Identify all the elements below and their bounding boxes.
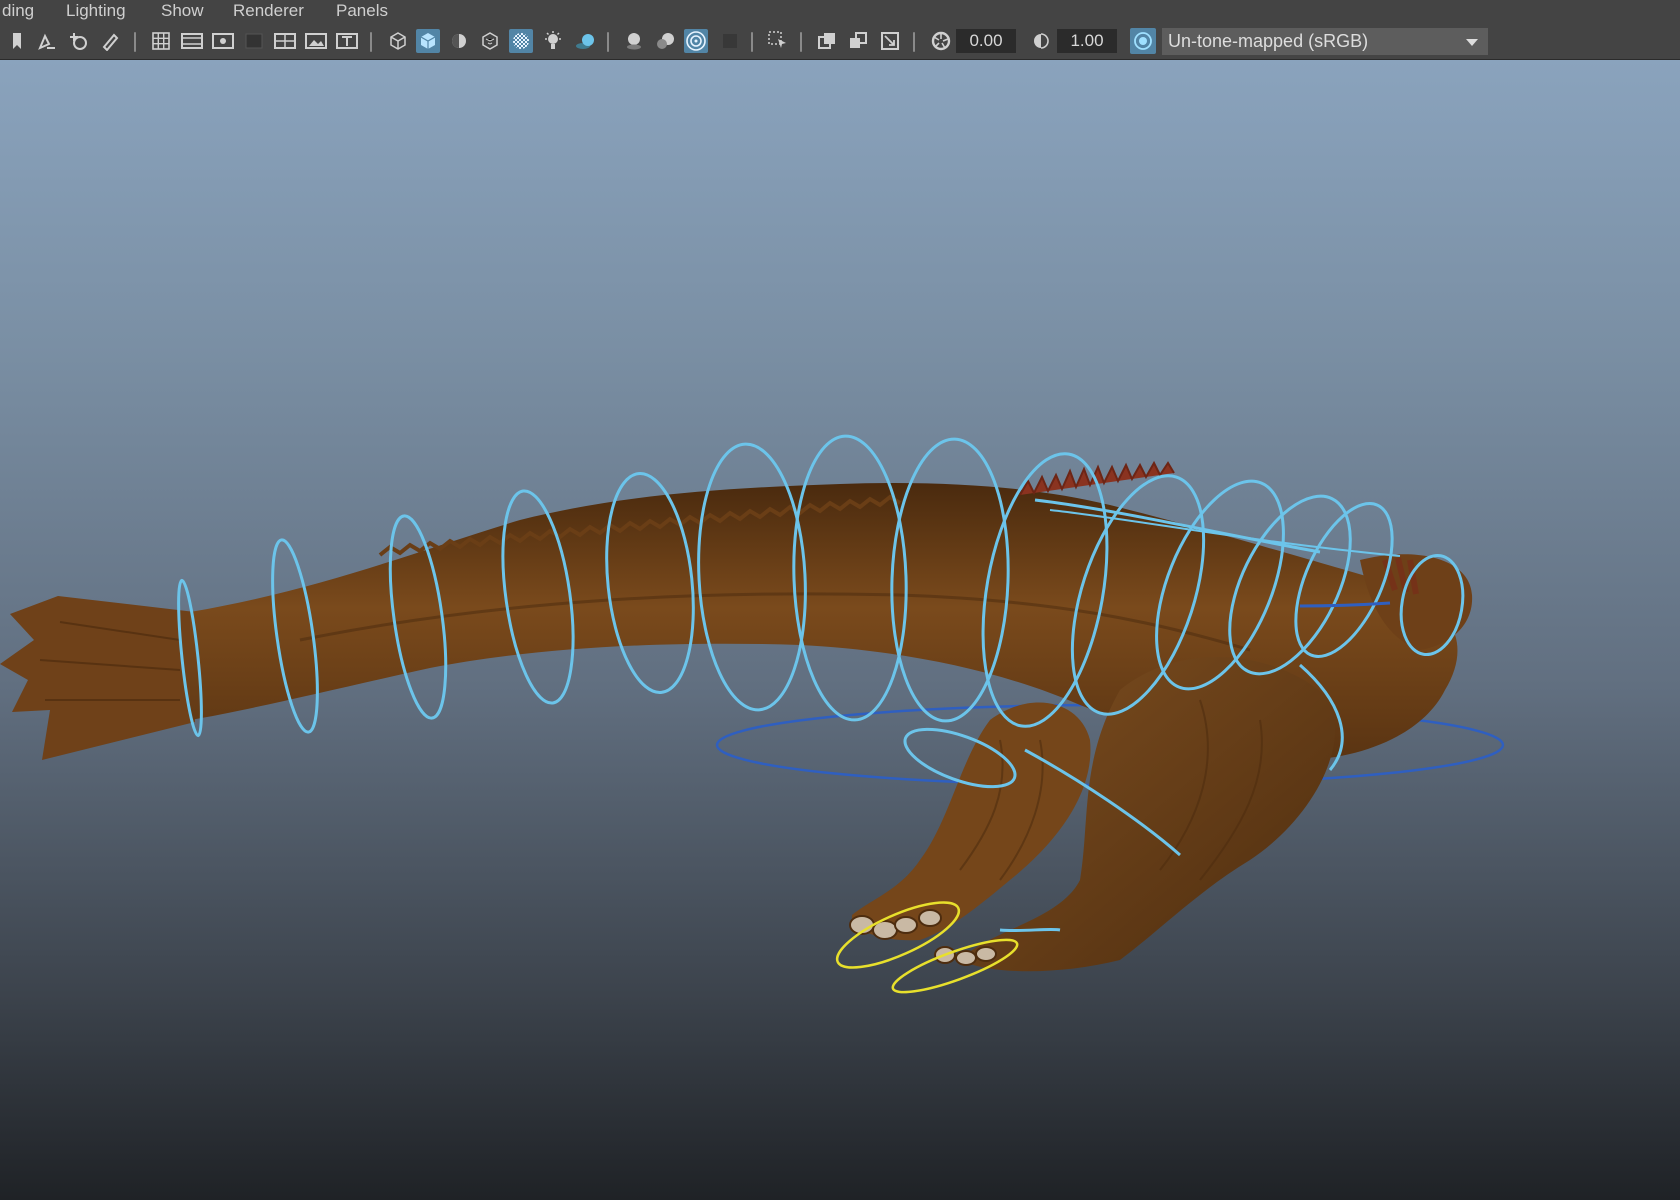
toolbar-separator	[370, 32, 372, 52]
wireframe-icon[interactable]	[386, 29, 410, 53]
resolution-gate-icon[interactable]	[211, 29, 235, 53]
exposure-field[interactable]: 0.00	[956, 29, 1016, 53]
toolbar-separator	[913, 32, 915, 52]
xray-icon[interactable]	[509, 29, 533, 53]
grease-pencil-icon[interactable]	[98, 29, 122, 53]
textured-icon[interactable]	[478, 29, 502, 53]
toolbar-separator	[800, 32, 802, 52]
gamma-field[interactable]: 1.00	[1057, 29, 1117, 53]
select-camera-icon[interactable]	[35, 29, 59, 53]
color-management-icon[interactable]	[1130, 28, 1156, 54]
chevron-down-icon[interactable]	[1456, 28, 1488, 55]
grid-icon[interactable]	[149, 29, 173, 53]
safe-title-icon[interactable]	[335, 29, 359, 53]
scene-render[interactable]	[0, 60, 1680, 1200]
depth-of-field-icon[interactable]	[718, 29, 742, 53]
gate-mask-icon[interactable]	[242, 29, 266, 53]
gamma-icon[interactable]	[1029, 29, 1053, 53]
isolate-select-icon[interactable]	[766, 29, 790, 53]
field-chart-icon[interactable]	[273, 29, 297, 53]
motion-blur-icon[interactable]	[653, 29, 677, 53]
film-gate-icon[interactable]	[180, 29, 204, 53]
xray-active-icon[interactable]	[846, 29, 870, 53]
use-all-lights-icon[interactable]	[541, 29, 565, 53]
color-space-select[interactable]: Un-tone-mapped (sRGB)	[1162, 28, 1488, 55]
safe-action-icon[interactable]	[304, 29, 328, 53]
screen-space-ao-icon[interactable]	[622, 29, 646, 53]
menu-renderer[interactable]: Renderer	[233, 0, 304, 22]
viewport-toolbar: 0.00 1.00 Un-tone-mapped (sRGB)	[0, 24, 1680, 60]
toolbar-separator	[134, 32, 136, 52]
backface-culling-icon[interactable]	[878, 29, 902, 53]
wireframe-on-shaded-icon[interactable]	[447, 29, 471, 53]
shadows-icon[interactable]	[573, 29, 597, 53]
menu-show[interactable]: Show	[161, 0, 204, 22]
toolbar-separator	[607, 32, 609, 52]
toolbar-separator	[751, 32, 753, 52]
menu-shading[interactable]: ding	[2, 0, 34, 22]
3d-viewport[interactable]	[0, 60, 1680, 1200]
menu-panels[interactable]: Panels	[336, 0, 388, 22]
exposure-icon[interactable]	[929, 29, 953, 53]
menu-bar: ding Lighting Show Renderer Panels	[0, 0, 1680, 24]
xray-joints-icon[interactable]	[815, 29, 839, 53]
bookmark-icon[interactable]	[5, 29, 29, 53]
menu-lighting[interactable]: Lighting	[66, 0, 126, 22]
foot-pivot-control[interactable]	[999, 927, 1061, 933]
smooth-shade-icon[interactable]	[416, 29, 440, 53]
camera-tumble-icon[interactable]	[67, 29, 91, 53]
anti-aliasing-icon[interactable]	[684, 29, 708, 53]
